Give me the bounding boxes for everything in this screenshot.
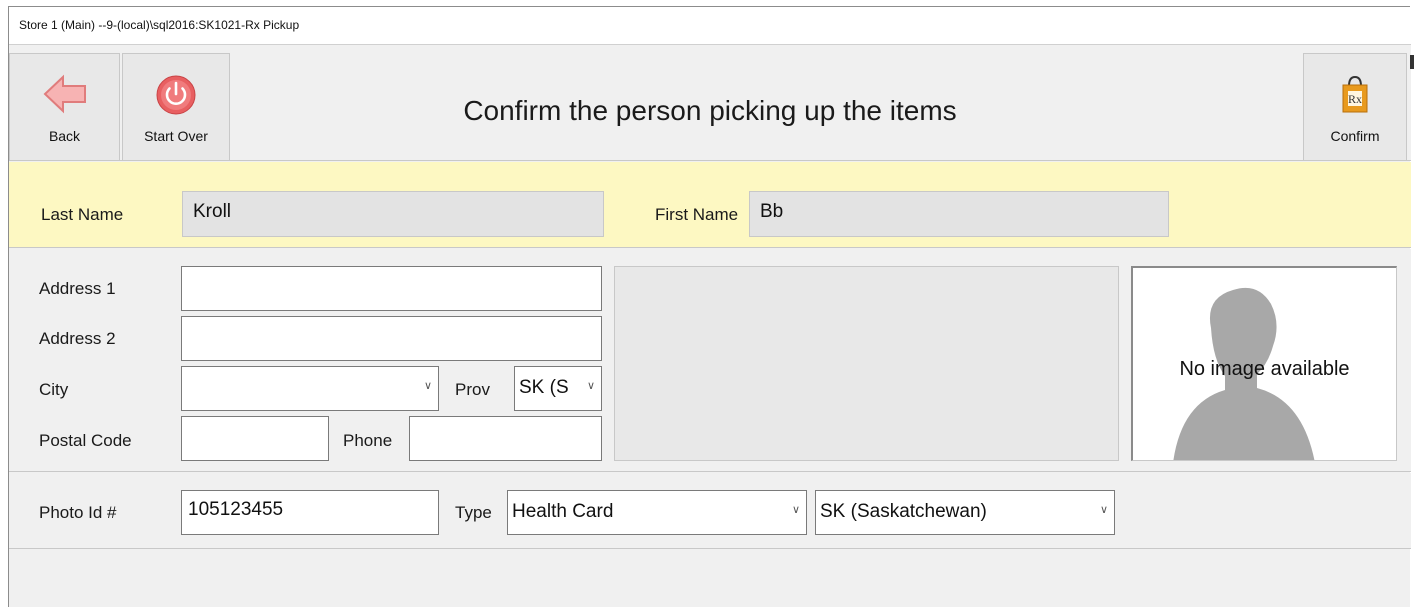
first-name-label: First Name xyxy=(655,205,739,224)
postal-code-label: Postal Code xyxy=(39,431,132,450)
id-type-dropdown[interactable]: Health Card ∨ xyxy=(507,490,807,535)
city-dropdown[interactable]: ∨ xyxy=(181,366,439,411)
svg-text:Rx: Rx xyxy=(1348,92,1362,106)
prov-dropdown[interactable]: SK (S ∨ xyxy=(514,366,602,411)
start-over-button-label: Start Over xyxy=(144,128,208,144)
scroll-indicator xyxy=(1410,55,1414,69)
title-bar: Store 1 (Main) --9-(local)\sql2016:SK102… xyxy=(9,7,1411,45)
last-name-label: Last Name xyxy=(41,205,124,224)
photo-id-section: Photo Id # 105123455 Type Health Card ∨ … xyxy=(9,473,1411,549)
chevron-down-icon: ∨ xyxy=(586,380,595,392)
type-label: Type xyxy=(455,503,492,522)
back-arrow-icon xyxy=(43,74,86,114)
window-title: Store 1 (Main) --9-(local)\sql2016:SK102… xyxy=(19,18,300,32)
address1-input[interactable] xyxy=(181,266,602,311)
rx-bag-icon: Rx xyxy=(1342,75,1368,113)
chevron-down-icon: ∨ xyxy=(791,504,800,516)
toolbar: Back Start Over Confirm the person picki… xyxy=(9,45,1411,161)
id-jurisdiction-value: SK (Saskatchewan) xyxy=(820,501,987,522)
photo-id-label: Photo Id # xyxy=(39,503,117,522)
back-button-label: Back xyxy=(48,128,81,144)
app-window: Store 1 (Main) --9-(local)\sql2016:SK102… xyxy=(8,6,1414,607)
phone-label: Phone xyxy=(343,431,393,450)
prov-label: Prov xyxy=(455,380,490,399)
page-title: Confirm the person picking up the items xyxy=(463,95,957,126)
photo-frame: No image available xyxy=(1131,266,1397,461)
first-name-field[interactable]: Bb xyxy=(749,191,1169,237)
name-section: Last Name Kroll First Name Bb xyxy=(9,162,1411,248)
confirm-button-label: Confirm xyxy=(1330,128,1380,144)
address2-input[interactable] xyxy=(181,316,602,361)
prov-value: SK (S xyxy=(519,377,569,398)
photo-id-input[interactable]: 105123455 xyxy=(181,490,439,535)
last-name-field[interactable]: Kroll xyxy=(182,191,604,237)
back-button[interactable]: Back xyxy=(9,53,120,161)
address1-label: Address 1 xyxy=(39,279,116,298)
id-jurisdiction-dropdown[interactable]: SK (Saskatchewan) ∨ xyxy=(815,490,1115,535)
phone-input[interactable] xyxy=(409,416,602,461)
city-label: City xyxy=(39,380,69,399)
no-image-text: No image available xyxy=(1179,358,1350,380)
power-icon xyxy=(156,75,196,115)
postal-code-input[interactable] xyxy=(181,416,329,461)
address-preview-panel xyxy=(614,266,1119,461)
id-type-value: Health Card xyxy=(512,501,614,522)
chevron-down-icon: ∨ xyxy=(423,380,432,392)
address-section: Address 1 Address 2 City ∨ Prov SK (S ∨ … xyxy=(9,249,1411,472)
address2-label: Address 2 xyxy=(39,329,116,348)
confirm-button[interactable]: Rx Confirm xyxy=(1303,53,1407,161)
start-over-button[interactable]: Start Over xyxy=(122,53,230,161)
chevron-down-icon: ∨ xyxy=(1099,504,1108,516)
